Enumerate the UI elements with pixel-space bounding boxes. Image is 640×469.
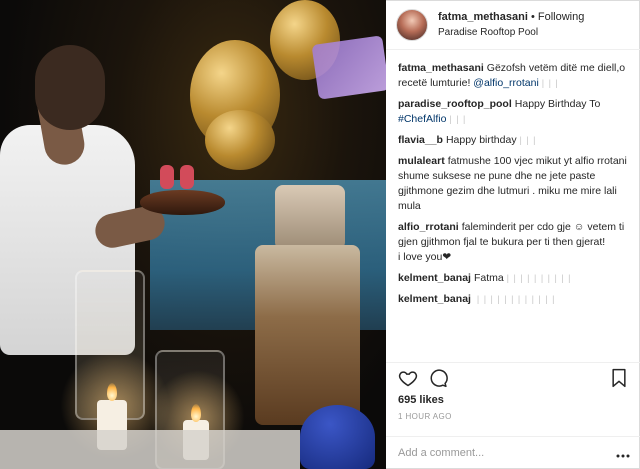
gift-tower-top (275, 185, 345, 250)
more-options-icon[interactable] (616, 449, 630, 458)
comment-username[interactable]: paradise_rooftop_pool (398, 98, 512, 110)
comments-list[interactable]: fatma_methasani Gëzofsh vetëm ditë me die… (386, 55, 640, 360)
comment-username[interactable]: kelment_banaj (398, 293, 471, 305)
comment-bubble-icon[interactable] (428, 368, 448, 391)
gift-tower (255, 245, 360, 425)
add-comment-input[interactable]: Add a comment... (386, 436, 640, 469)
comment-item: alfio_rrotani faleminderit per cdo gje ☺ … (398, 220, 630, 265)
comment-username[interactable]: kelment_banaj (398, 272, 471, 284)
comment-item: fatma_methasani Gëzofsh vetëm ditë me die… (398, 61, 630, 91)
avatar[interactable] (396, 8, 428, 41)
reply-link[interactable]: | | | | | | | | | | (507, 273, 572, 283)
location-link[interactable]: Paradise Rooftop Pool (438, 25, 584, 40)
comment-item: kelment_banaj | | | | | | | | | | | | (398, 292, 630, 307)
candle-flame (191, 404, 201, 422)
reply-link[interactable]: | | | | | | | | | | | | (477, 294, 556, 304)
person-head (35, 45, 105, 130)
post-header: fatma_methasani • Following Paradise Roo… (386, 0, 640, 50)
header-line: fatma_methasani • Following (438, 10, 584, 25)
reply-link[interactable]: | | | (542, 78, 559, 88)
comment-username[interactable]: alfio_rrotani (398, 221, 459, 233)
post-photo[interactable] (0, 0, 386, 469)
birthday-cake (140, 190, 225, 215)
like-count[interactable]: 695 likes (398, 394, 444, 406)
gold-balloon (205, 110, 275, 170)
comment-text-line2: i love you❤ (398, 251, 452, 263)
reply-link[interactable]: | | | (520, 135, 537, 145)
bookmark-icon[interactable] (610, 368, 628, 391)
comment-username[interactable]: fatma_methasani (398, 62, 484, 74)
comment-item: kelment_banaj Fatma | | | | | | | | | | (398, 271, 630, 286)
comment-text: Happy Birthday To (514, 98, 601, 110)
reply-link[interactable]: | | | (449, 114, 466, 124)
candle-flame (107, 383, 117, 401)
party-hat (300, 405, 375, 469)
comment-mention[interactable]: @alfio_rrotani (473, 77, 539, 89)
action-bar (386, 362, 640, 392)
table-surface (0, 430, 300, 469)
comment-item: paradise_rooftop_pool Happy Birthday To #… (398, 97, 630, 127)
post-timestamp: 1 HOUR AGO (398, 412, 452, 421)
comment-username[interactable]: flavia__b (398, 134, 443, 146)
add-comment-placeholder: Add a comment... (398, 447, 485, 459)
separator-dot: • (530, 10, 535, 23)
header-text: fatma_methasani • Following Paradise Roo… (438, 10, 584, 40)
comment-item: flavia__b Happy birthday | | | (398, 133, 630, 148)
candle-digit (180, 165, 194, 189)
comment-item: mulaleart fatmushe 100 vjec mikut yt alfi… (398, 154, 630, 214)
comment-text: Happy birthday (445, 134, 517, 146)
comment-hashtag[interactable]: #ChefAlfio (398, 113, 446, 125)
comment-username[interactable]: mulaleart (398, 155, 445, 167)
candle-digit (160, 165, 174, 189)
follow-status[interactable]: Following (538, 11, 584, 23)
author-username[interactable]: fatma_methasani (438, 11, 528, 23)
purple-ribbon (311, 35, 386, 100)
heart-icon[interactable] (398, 368, 418, 391)
comment-text: Fatma (473, 272, 504, 284)
